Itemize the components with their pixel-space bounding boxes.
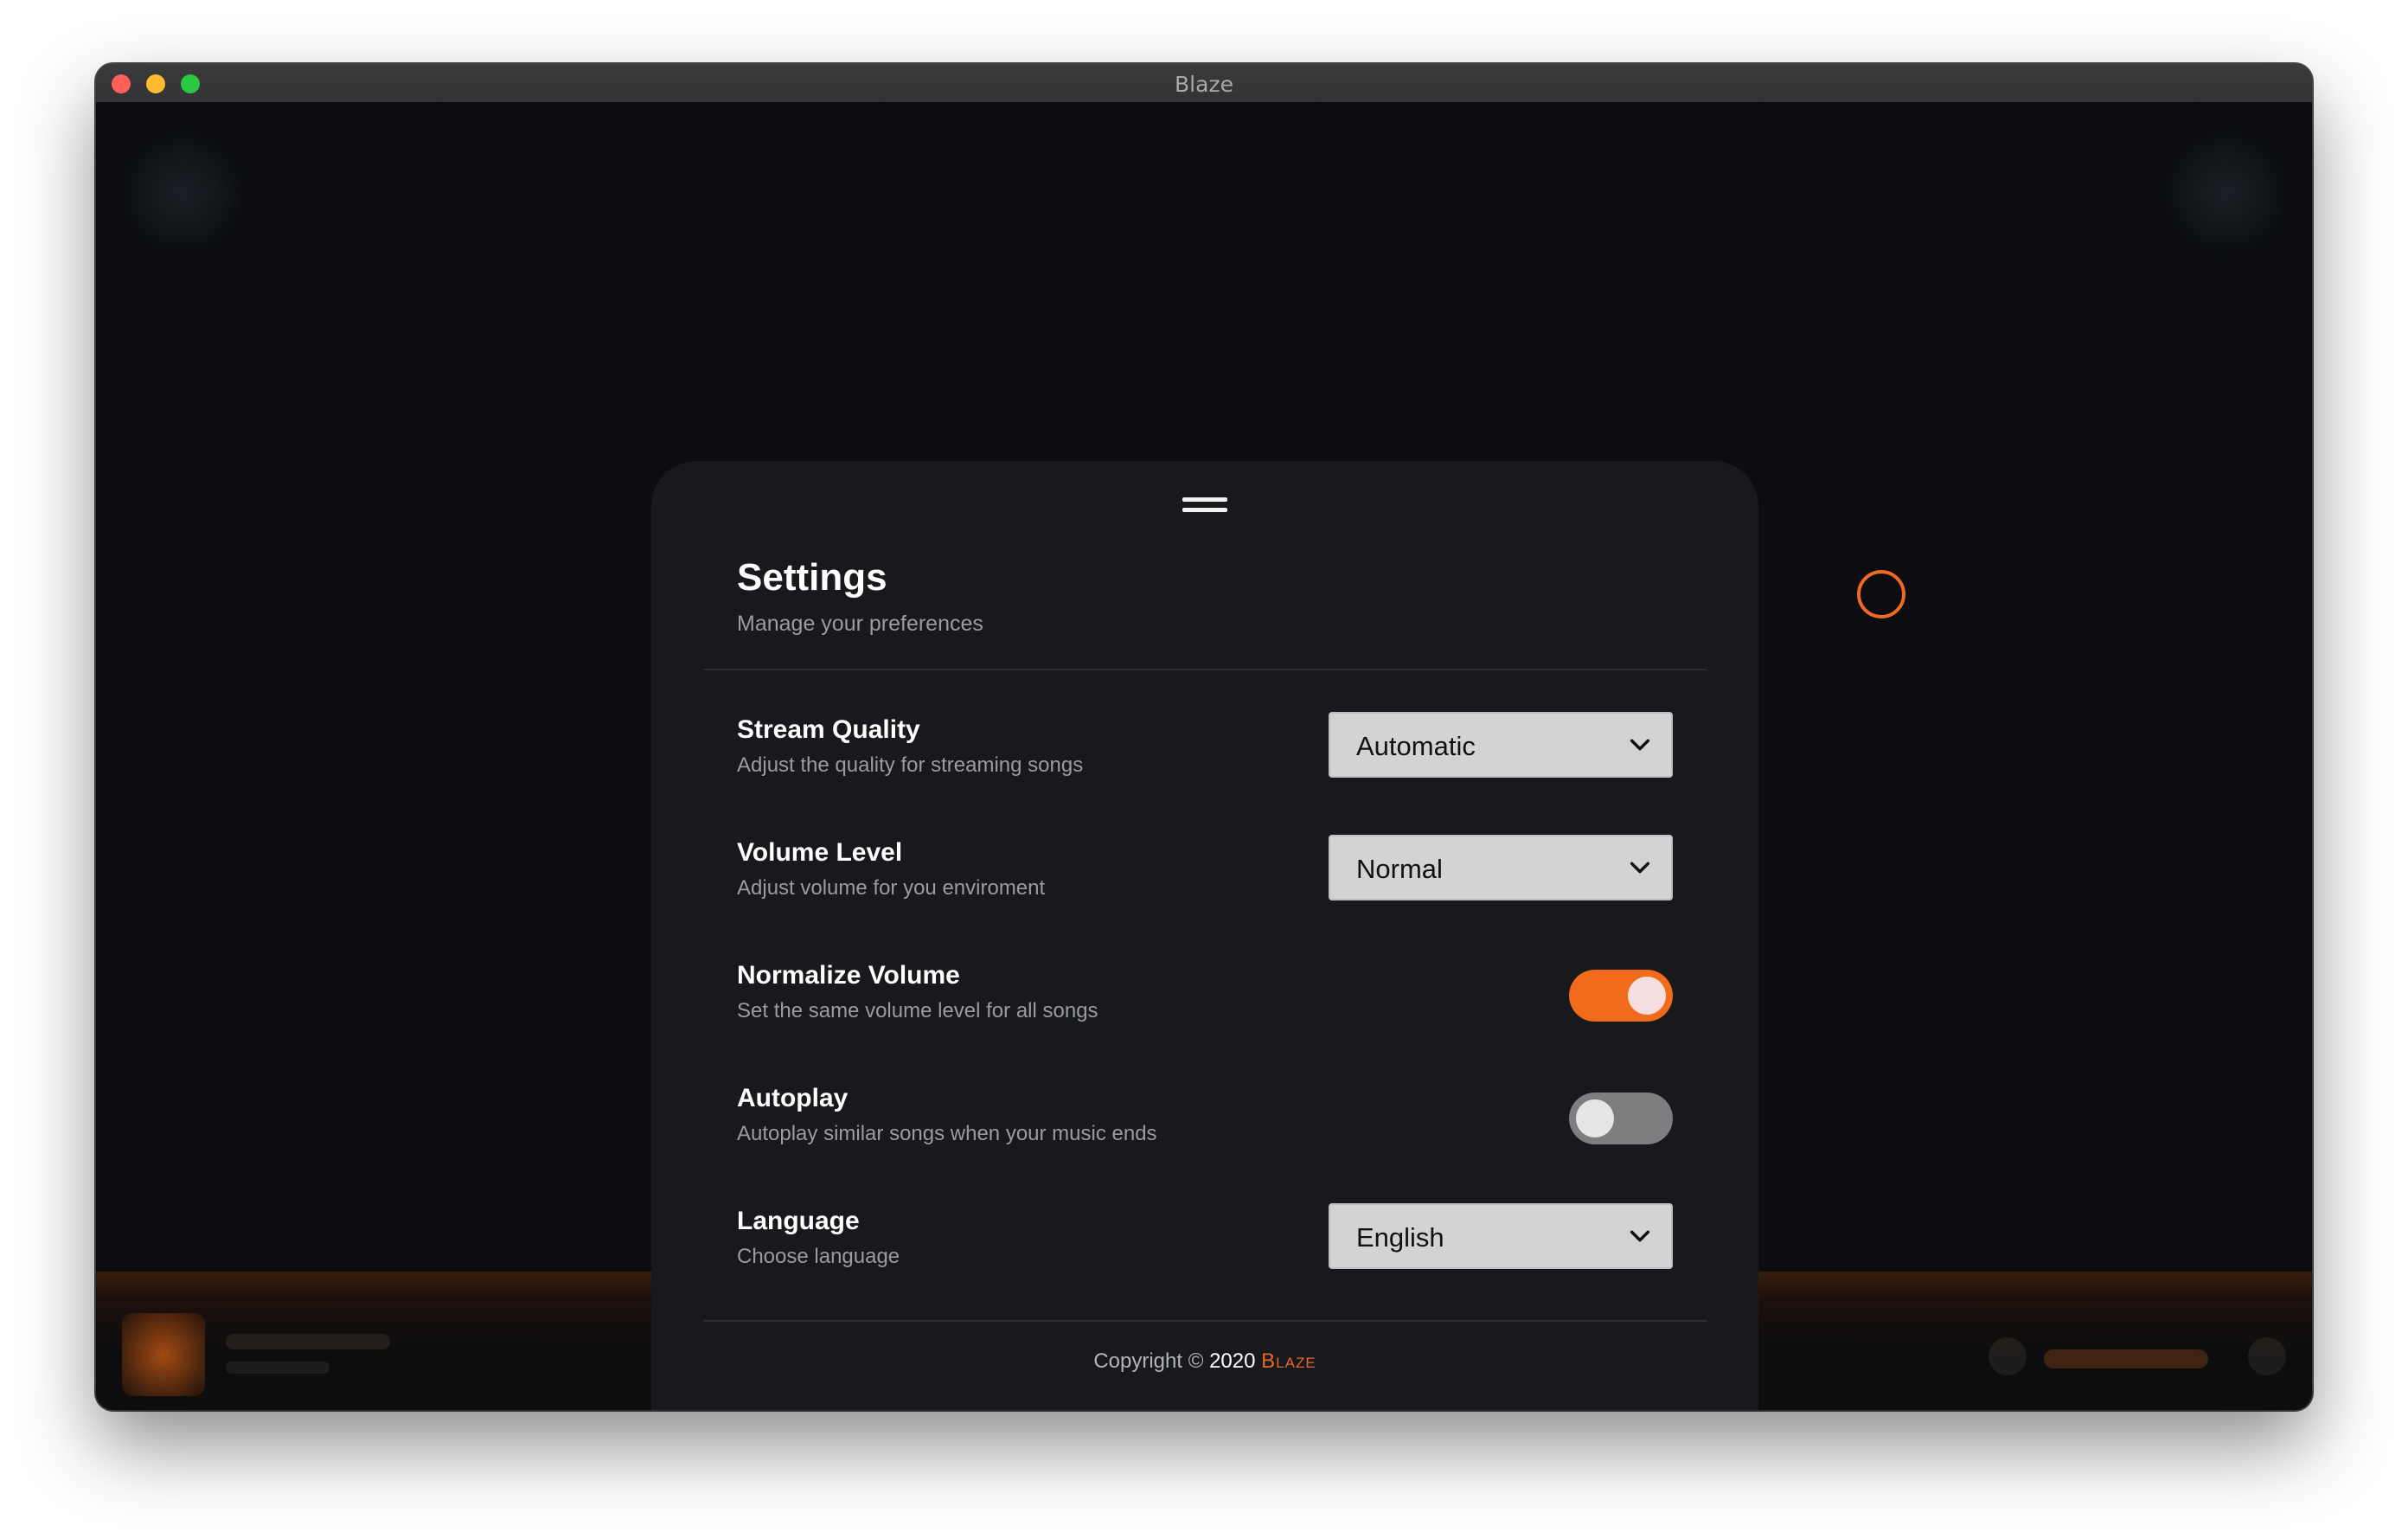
drag-handle-icon[interactable]	[1182, 497, 1227, 515]
settings-title: Settings	[737, 556, 887, 599]
chevron-down-icon	[1630, 739, 1650, 751]
settings-subtitle: Manage your preferences	[737, 612, 983, 636]
copyright-year: 2020	[1209, 1349, 1256, 1373]
app-window: Blaze Settings Manage your preferences S…	[96, 64, 2312, 1410]
setting-title: Stream Quality	[737, 715, 920, 744]
player-album-art	[122, 1313, 205, 1396]
stream-quality-select[interactable]: Automatic	[1329, 712, 1673, 778]
footer-divider	[703, 1320, 1707, 1322]
player-track-artist	[226, 1362, 330, 1374]
player-queue-icon	[2248, 1337, 2286, 1375]
language-select[interactable]: English	[1329, 1203, 1673, 1269]
setting-description: Adjust volume for you enviroment	[737, 876, 1046, 900]
chevron-down-icon	[1630, 1230, 1650, 1242]
select-value: Automatic	[1356, 731, 1476, 761]
blurred-back-button	[118, 128, 247, 258]
blurred-menu-button	[2161, 128, 2290, 258]
toggle-knob	[1628, 977, 1666, 1015]
setting-description: Set the same volume level for all songs	[737, 999, 1098, 1022]
header-divider	[703, 669, 1707, 670]
title-bar[interactable]: Blaze	[96, 64, 2312, 103]
setting-row-autoplay: Autoplay Autoplay similar songs when you…	[737, 1084, 1673, 1153]
setting-title: Normalize Volume	[737, 961, 960, 990]
player-track-title	[226, 1334, 390, 1349]
volume-level-select[interactable]: Normal	[1329, 835, 1673, 900]
player-prev-icon	[1989, 1337, 2027, 1375]
brand-name[interactable]: Blaze	[1261, 1349, 1316, 1373]
autoplay-toggle[interactable]	[1569, 1093, 1673, 1144]
toggle-knob	[1576, 1099, 1614, 1137]
setting-title: Autoplay	[737, 1084, 849, 1112]
setting-row-stream-quality: Stream Quality Adjust the quality for st…	[737, 712, 1673, 785]
copyright-prefix: Copyright ©	[1093, 1349, 1204, 1373]
setting-description: Autoplay similar songs when your music e…	[737, 1122, 1157, 1145]
setting-row-volume-level: Volume Level Adjust volume for you envir…	[737, 835, 1673, 907]
select-value: English	[1356, 1222, 1444, 1253]
setting-description: Choose language	[737, 1245, 900, 1268]
setting-row-normalize-volume: Normalize Volume Set the same volume lev…	[737, 961, 1673, 1030]
setting-title: Volume Level	[737, 838, 903, 867]
settings-panel: Settings Manage your preferences Stream …	[651, 461, 1758, 1410]
cursor-ring-icon	[1857, 570, 1905, 618]
normalize-volume-toggle[interactable]	[1569, 970, 1673, 1022]
setting-row-language: Language Choose language English	[737, 1203, 1673, 1276]
setting-title: Language	[737, 1207, 860, 1235]
chevron-down-icon	[1630, 862, 1650, 874]
select-value: Normal	[1356, 854, 1443, 884]
copyright-footer: Copyright © 2020 Blaze	[651, 1349, 1758, 1374]
player-volume-slider	[2044, 1349, 2208, 1368]
setting-description: Adjust the quality for streaming songs	[737, 753, 1084, 777]
window-title: Blaze	[1175, 72, 1233, 97]
settings-header: Settings Manage your preferences	[737, 556, 983, 637]
